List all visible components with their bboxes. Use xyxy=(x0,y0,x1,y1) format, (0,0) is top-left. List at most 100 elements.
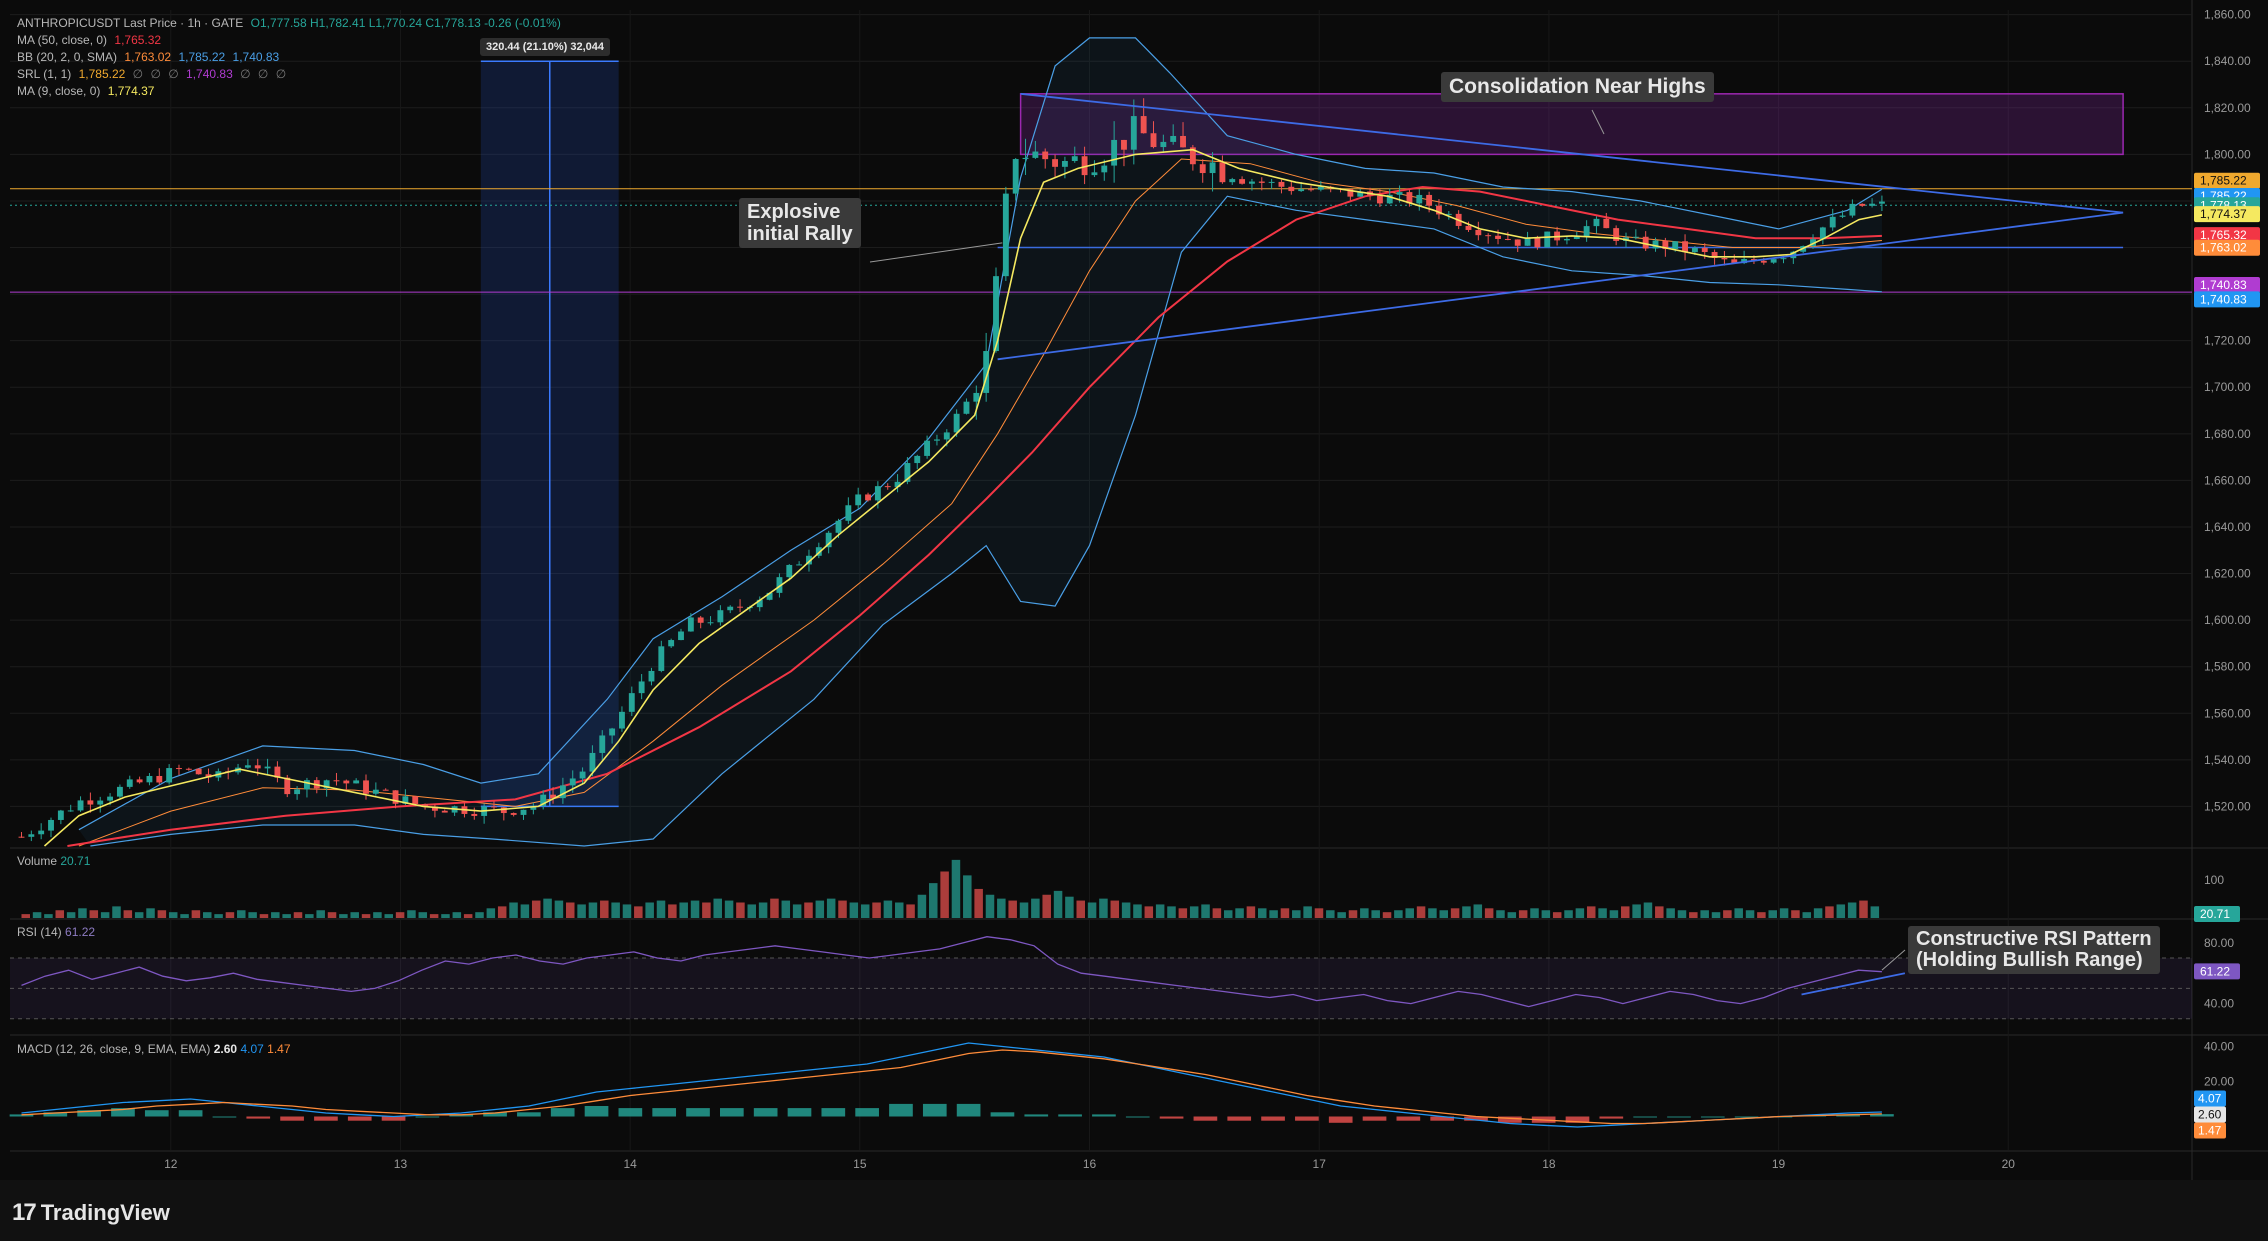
legend-bb[interactable]: BB (20, 2, 0, SMA) 1,763.02 1,785.22 1,7… xyxy=(17,50,283,64)
brand-name: TradingView xyxy=(40,1200,170,1225)
volume-bar xyxy=(815,900,825,918)
volume-bar xyxy=(305,914,314,918)
annotation-rally[interactable]: Explosive initial Rally xyxy=(739,198,861,248)
macd-histogram-bar xyxy=(1295,1116,1319,1121)
tradingview-logo[interactable]: 17 TradingView xyxy=(12,1199,170,1227)
candle-body xyxy=(304,780,310,790)
srl-value: ∅ xyxy=(240,67,251,81)
chart-canvas[interactable]: 1,520.00 1,540.00 1,560.00 1,580.00 1,600.00… xyxy=(0,0,2268,1241)
candle-body xyxy=(737,606,744,608)
volume-bar xyxy=(826,898,836,918)
volume-bar xyxy=(1462,906,1471,918)
annotation-rsi-pattern[interactable]: Constructive RSI Pattern (Holding Bullis… xyxy=(1908,926,2160,974)
srl-value: 1,785.22 xyxy=(78,67,126,81)
x-tick-label: 13 xyxy=(394,1157,408,1171)
candle-body xyxy=(1780,258,1787,260)
macd-label: MACD (12, 26, close, 9, EMA, EMA) xyxy=(17,1042,211,1056)
y-tick-label: 1,800.00 xyxy=(2204,147,2251,161)
legend-ma50[interactable]: MA (50, close, 0) 1,765.32 xyxy=(17,33,165,47)
volume-bar xyxy=(1450,908,1460,918)
macd-tag-label: 2.60 xyxy=(2198,1108,2222,1122)
candle-body xyxy=(343,780,350,784)
candle-body xyxy=(1426,194,1433,206)
volume-bar xyxy=(1621,906,1630,918)
candle-body xyxy=(579,771,586,779)
volume-bar xyxy=(668,904,677,918)
volume-bar xyxy=(384,914,394,918)
macd-histogram-bar xyxy=(1092,1114,1116,1117)
annotation-rally-text: Explosive initial Rally xyxy=(747,201,853,245)
candle-body xyxy=(1770,259,1777,263)
price-tag-label: 1,774.37 xyxy=(2200,207,2247,221)
candle-body xyxy=(1829,216,1836,228)
volume-bar xyxy=(1008,900,1017,918)
volume-bar xyxy=(1779,908,1789,918)
candle-body xyxy=(1878,201,1885,204)
volume-bar xyxy=(940,871,949,918)
volume-bar xyxy=(486,908,496,918)
volume-bar xyxy=(849,902,859,918)
macd-histogram-bar xyxy=(990,1112,1015,1117)
volume-bar xyxy=(1110,900,1120,918)
volume-bar xyxy=(1292,910,1301,918)
macd-histogram-bar xyxy=(1058,1114,1082,1117)
rsi-tag-label: 61.22 xyxy=(2200,964,2230,978)
volume-bar xyxy=(883,900,893,918)
rsi-axis-label: 80.00 xyxy=(2204,936,2234,950)
volume-bar xyxy=(1065,896,1074,918)
legend-srl[interactable]: SRL (1, 1) 1,785.22 ∅ ∅ ∅ 1,740.83 ∅ ∅ ∅ xyxy=(17,67,290,81)
candle-body xyxy=(372,789,379,794)
rsi-label: RSI (14) xyxy=(17,925,62,939)
volume-bar xyxy=(1711,912,1721,918)
candle-body xyxy=(18,836,25,838)
volume-bar xyxy=(1496,910,1505,918)
x-tick-label: 20 xyxy=(2002,1157,2016,1171)
candle-body xyxy=(1061,160,1068,167)
candle-body xyxy=(559,785,566,799)
macd-histogram-bar xyxy=(1599,1116,1624,1119)
macd-histogram-bar xyxy=(1024,1114,1049,1117)
volume-bar xyxy=(974,888,983,918)
macd-tag-label: 4.07 xyxy=(2198,1092,2222,1106)
volume-bar xyxy=(1348,910,1358,918)
volume-bar xyxy=(543,898,552,918)
volume-bar xyxy=(577,904,586,918)
candle-body xyxy=(1219,162,1226,183)
candle-body xyxy=(176,768,182,770)
volume-bar xyxy=(78,908,87,918)
annotation-consolidation[interactable]: Consolidation Near Highs xyxy=(1441,72,1714,102)
candle-body xyxy=(1229,179,1236,183)
volume-bar xyxy=(1700,910,1709,918)
candle-body xyxy=(727,606,734,611)
x-tick-label: 14 xyxy=(623,1157,637,1171)
volume-bar xyxy=(361,914,371,918)
volume-bar xyxy=(1836,904,1846,918)
macd-title: MACD (12, 26, close, 9, EMA, EMA) 2.60 4… xyxy=(17,1042,291,1056)
macd-histogram-bar xyxy=(719,1108,744,1117)
srl-value: ∅ xyxy=(150,67,161,81)
legend-ma9[interactable]: MA (9, close, 0) 1,774.37 xyxy=(17,84,158,98)
volume-bar xyxy=(1484,908,1494,918)
volume-bar xyxy=(724,900,734,918)
volume-bar xyxy=(89,910,99,918)
y-tick-label: 1,840.00 xyxy=(2204,54,2251,68)
volume-bar xyxy=(838,900,847,918)
candle-body xyxy=(510,813,517,815)
price-tag-label: 1,763.02 xyxy=(2200,241,2247,255)
volume-bar xyxy=(237,910,246,918)
volume-bar xyxy=(1655,906,1664,918)
volume-bar xyxy=(929,883,938,918)
macd-histogram-bar xyxy=(1159,1116,1184,1119)
volume-bar xyxy=(770,898,779,918)
macd-histogram-bar xyxy=(889,1103,913,1117)
candle-body xyxy=(1701,247,1708,252)
volume-bar xyxy=(463,914,473,918)
volume-bar xyxy=(1280,908,1290,918)
ohlc-label: O1,777.58 H1,782.41 L1,770.24 C1,778.13 … xyxy=(250,16,561,30)
volume-bar xyxy=(1257,908,1267,918)
volume-axis-label: 100 xyxy=(2204,873,2224,887)
candle-body xyxy=(1160,141,1167,148)
candle-body xyxy=(963,401,970,414)
volume-bar xyxy=(1428,908,1437,918)
candle-body xyxy=(57,810,64,820)
